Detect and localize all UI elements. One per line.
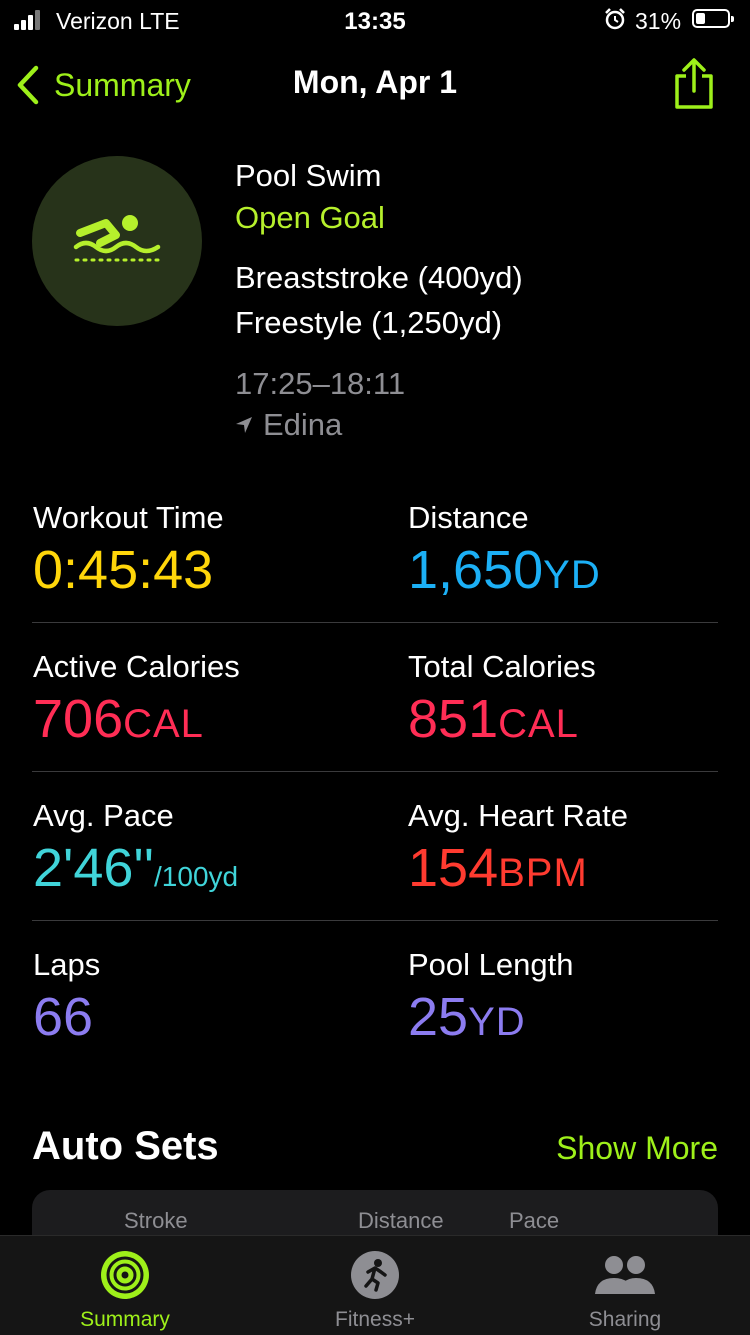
workout-name: Pool Swim	[235, 158, 382, 193]
metric-label-avg-heart-rate: Avg. Heart Rate	[408, 798, 628, 833]
metric-value-pool-length: 25YD	[408, 987, 526, 1047]
metric-value-laps: 66	[33, 987, 94, 1047]
alarm-icon	[605, 8, 625, 30]
metric-label-active-calories: Active Calories	[33, 649, 240, 684]
swimmer-icon	[73, 215, 161, 262]
tab-fitness-plus[interactable]: Fitness+	[250, 1236, 500, 1335]
tab-label: Fitness+	[335, 1308, 415, 1331]
metric-value-distance: 1,650YD	[408, 540, 601, 600]
tab-sharing[interactable]: Sharing	[500, 1236, 750, 1335]
metric-label-laps: Laps	[33, 947, 101, 982]
share-icon[interactable]	[672, 58, 716, 110]
auto-sets-title: Auto Sets	[32, 1124, 219, 1168]
battery-icon	[692, 9, 734, 28]
page-title: Mon, Apr 1	[292, 64, 458, 100]
workout-type-badge	[32, 156, 202, 326]
metric-label-workout-time: Workout Time	[33, 500, 224, 535]
metric-value-total-calories: 851CAL	[408, 689, 579, 749]
divider	[32, 622, 718, 623]
tab-label: Summary	[80, 1308, 170, 1331]
show-more-button[interactable]: Show More	[556, 1130, 718, 1167]
divider	[32, 771, 718, 772]
metric-value-active-calories: 706CAL	[33, 689, 204, 749]
people-icon	[595, 1256, 655, 1294]
workout-time-range: 17:25–18:11	[235, 366, 406, 401]
location-arrow-icon	[236, 417, 252, 433]
column-header-pace: Pace	[509, 1208, 560, 1233]
tab-summary[interactable]: Summary	[0, 1236, 250, 1335]
metric-label-total-calories: Total Calories	[408, 649, 596, 684]
column-header-distance: Distance	[358, 1208, 444, 1233]
workout-goal: Open Goal	[235, 200, 385, 235]
workout-location: Edina	[235, 407, 342, 443]
divider	[32, 920, 718, 921]
running-figure-icon	[351, 1251, 399, 1299]
metric-value-avg-pace: 2'46''/100yd	[33, 838, 239, 898]
battery-percent: 31%	[635, 8, 682, 34]
tab-bar: Summary Fitness+ Sharing	[0, 1235, 750, 1335]
stroke-summary-2: Freestyle (1,250yd)	[235, 305, 503, 340]
column-header-stroke: Stroke	[124, 1208, 188, 1233]
metric-label-pool-length: Pool Length	[408, 947, 574, 982]
status-bar: Verizon LTE 13:35 31%	[0, 0, 750, 40]
activity-rings-icon	[101, 1251, 149, 1299]
metric-label-avg-pace: Avg. Pace	[33, 798, 174, 833]
location-label: Edina	[263, 407, 343, 442]
metric-value-workout-time: 0:45:43	[33, 540, 214, 600]
stroke-summary-1: Breaststroke (400yd)	[235, 260, 523, 295]
tab-label: Sharing	[588, 1308, 662, 1331]
metric-label-distance: Distance	[408, 500, 529, 535]
metric-value-avg-heart-rate: 154BPM	[408, 838, 588, 898]
